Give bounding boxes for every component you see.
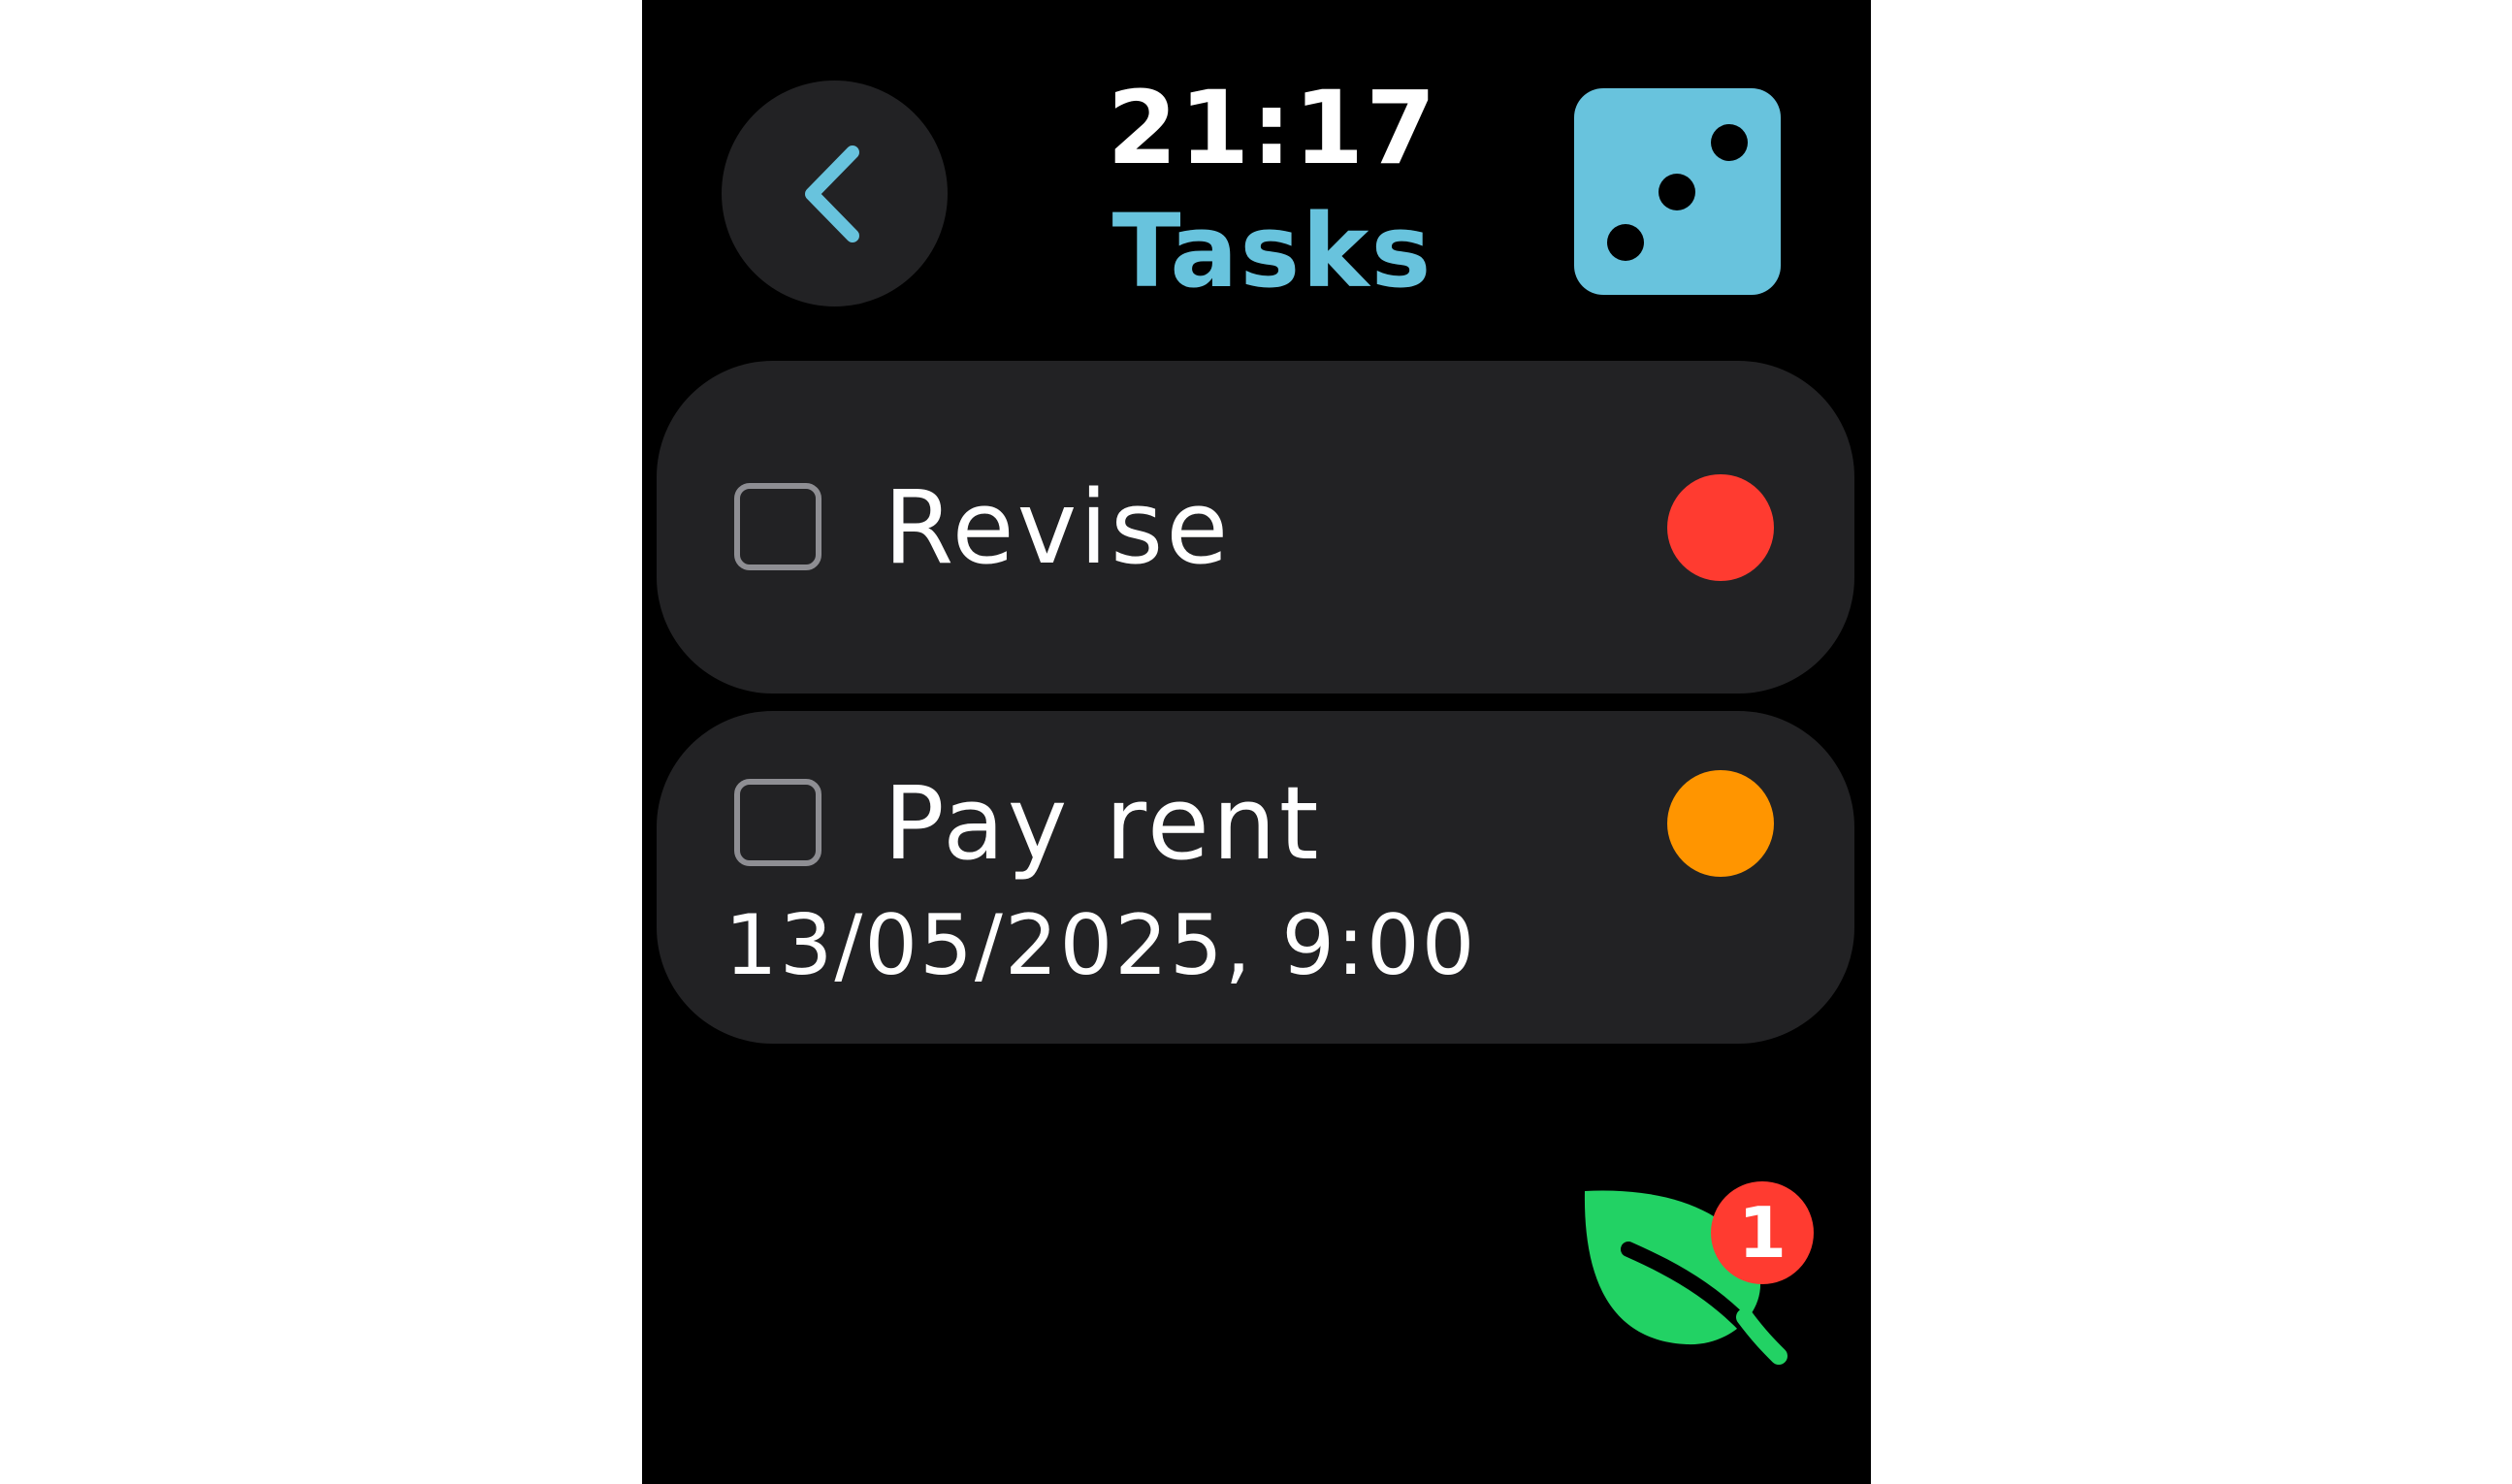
page-title: Tasks bbox=[1111, 192, 1433, 310]
task-checkbox[interactable] bbox=[734, 483, 821, 570]
dice-three-icon bbox=[1607, 124, 1748, 261]
watch-screen: 21:17 Tasks Revise Pay rent 13/05/2025, … bbox=[642, 0, 1871, 1484]
clock-time: 21:17 bbox=[1107, 69, 1438, 187]
priority-indicator bbox=[1667, 770, 1774, 877]
task-title: Pay rent bbox=[884, 764, 1322, 883]
back-button[interactable] bbox=[722, 81, 948, 306]
chevron-left-icon bbox=[804, 145, 859, 242]
priority-indicator bbox=[1667, 474, 1774, 581]
leaf-button[interactable]: 1 bbox=[1575, 1181, 1814, 1375]
random-task-button[interactable] bbox=[1574, 88, 1781, 295]
task-row[interactable]: Pay rent 13/05/2025, 9:00 bbox=[657, 711, 1854, 1044]
notification-badge: 1 bbox=[1711, 1181, 1814, 1284]
task-row[interactable]: Revise bbox=[657, 361, 1854, 694]
task-checkbox[interactable] bbox=[734, 779, 821, 866]
task-title: Revise bbox=[884, 468, 1232, 587]
task-due-date: 13/05/2025, 9:00 bbox=[725, 897, 1477, 994]
header: 21:17 Tasks bbox=[1030, 68, 1515, 314]
